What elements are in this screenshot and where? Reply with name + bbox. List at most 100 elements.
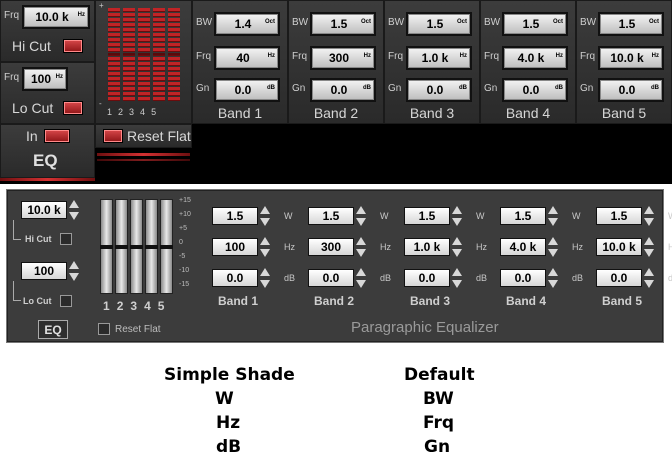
arrow-up-icon[interactable] <box>452 206 462 214</box>
ss-band-3-db-value[interactable]: 0.0 <box>404 269 450 287</box>
band-4-frq-display[interactable]: 4.0 k Hz <box>502 46 568 70</box>
arrow-up-icon[interactable] <box>69 261 79 269</box>
ss-band-1-hz-arrows[interactable] <box>260 237 270 257</box>
ss-band-5-hz-arrows[interactable] <box>644 237 654 257</box>
ss-band-5-w-value[interactable]: 1.5 <box>596 207 642 225</box>
ss-band-4-w-value[interactable]: 1.5 <box>500 207 546 225</box>
ss-band-2-w-spinner[interactable]: 1.5 <box>308 206 366 226</box>
arrow-up-icon[interactable] <box>644 268 654 276</box>
band-4-gn-display[interactable]: 0.0 dB <box>502 78 568 102</box>
ss-band-1-w-spinner[interactable]: 1.5 <box>212 206 270 226</box>
arrow-down-icon[interactable] <box>644 218 654 226</box>
ss-band-1-hz-spinner[interactable]: 100 <box>212 237 270 257</box>
ss-band-1-w-arrows[interactable] <box>260 206 270 226</box>
arrow-down-icon[interactable] <box>644 249 654 257</box>
band-3-gn-display[interactable]: 0.0 dB <box>406 78 472 102</box>
ss-reset-flat-checkbox[interactable] <box>98 323 110 335</box>
arrow-down-icon[interactable] <box>548 218 558 226</box>
band-5-bw-display[interactable]: 1.5 Oct <box>598 12 664 36</box>
ss-band-4-w-arrows[interactable] <box>548 206 558 226</box>
ss-band-2-w-arrows[interactable] <box>356 206 366 226</box>
arrow-up-icon[interactable] <box>356 268 366 276</box>
ss-band-4-db-value[interactable]: 0.0 <box>500 269 546 287</box>
band-5-gain-fader[interactable] <box>168 8 180 102</box>
arrow-up-icon[interactable] <box>260 237 270 245</box>
arrow-up-icon[interactable] <box>644 206 654 214</box>
ss-eq-button[interactable]: EQ <box>38 320 68 339</box>
ss-band-4-db-arrows[interactable] <box>548 268 558 288</box>
arrow-down-icon[interactable] <box>260 218 270 226</box>
arrow-up-icon[interactable] <box>260 268 270 276</box>
ss-band-3-db-spinner[interactable]: 0.0 <box>404 268 462 288</box>
ss-band-4-gain-fader[interactable] <box>145 199 158 294</box>
lo-cut-frequency-display[interactable]: 100 Hz <box>22 67 68 91</box>
band-1-gain-fader[interactable] <box>108 8 120 102</box>
ss-band-4-hz-arrows[interactable] <box>548 237 558 257</box>
ss-band-3-w-spinner[interactable]: 1.5 <box>404 206 462 226</box>
ss-band-4-db-spinner[interactable]: 0.0 <box>500 268 558 288</box>
ss-band-5-w-arrows[interactable] <box>644 206 654 226</box>
arrow-down-icon[interactable] <box>548 249 558 257</box>
ss-band-5-hz-value[interactable]: 10.0 k <box>596 238 642 256</box>
arrow-down-icon[interactable] <box>356 218 366 226</box>
band-3-frq-display[interactable]: 1.0 k Hz <box>406 46 472 70</box>
ss-band-1-hz-value[interactable]: 100 <box>212 238 258 256</box>
ss-lo-cut-value[interactable]: 100 <box>21 262 67 280</box>
ss-fader-knob[interactable] <box>145 245 158 249</box>
arrow-up-icon[interactable] <box>452 237 462 245</box>
ss-hi-cut-value[interactable]: 10.0 k <box>21 201 67 219</box>
hi-cut-frequency-display[interactable]: 10.0 k Hz <box>22 5 90 29</box>
band-4-bw-display[interactable]: 1.5 Oct <box>502 12 568 36</box>
arrow-down-icon[interactable] <box>69 273 79 281</box>
ss-fader-knob[interactable] <box>115 245 128 249</box>
arrow-down-icon[interactable] <box>69 212 79 220</box>
in-toggle[interactable] <box>44 129 70 143</box>
ss-lo-cut-arrows[interactable] <box>69 261 79 281</box>
band-2-frq-display[interactable]: 300 Hz <box>310 46 376 70</box>
arrow-up-icon[interactable] <box>356 237 366 245</box>
band-3-bw-display[interactable]: 1.5 Oct <box>406 12 472 36</box>
ss-band-1-db-spinner[interactable]: 0.0 <box>212 268 270 288</box>
ss-band-2-hz-arrows[interactable] <box>356 237 366 257</box>
ss-lo-cut-spinner[interactable]: 100 <box>21 261 79 281</box>
ss-band-2-db-value[interactable]: 0.0 <box>308 269 354 287</box>
ss-band-3-gain-fader[interactable] <box>130 199 143 294</box>
ss-band-5-gain-fader[interactable] <box>160 199 173 294</box>
band-4-gain-fader[interactable] <box>153 8 165 102</box>
ss-band-2-w-value[interactable]: 1.5 <box>308 207 354 225</box>
arrow-down-icon[interactable] <box>260 249 270 257</box>
ss-band-4-w-spinner[interactable]: 1.5 <box>500 206 558 226</box>
ss-band-2-db-arrows[interactable] <box>356 268 366 288</box>
ss-band-1-db-value[interactable]: 0.0 <box>212 269 258 287</box>
ss-band-2-hz-value[interactable]: 300 <box>308 238 354 256</box>
arrow-down-icon[interactable] <box>260 280 270 288</box>
arrow-up-icon[interactable] <box>452 268 462 276</box>
ss-hi-cut-spinner[interactable]: 10.0 k <box>21 200 79 220</box>
ss-band-3-hz-value[interactable]: 1.0 k <box>404 238 450 256</box>
arrow-down-icon[interactable] <box>548 280 558 288</box>
ss-band-3-w-value[interactable]: 1.5 <box>404 207 450 225</box>
ss-lo-cut-checkbox[interactable] <box>60 295 72 307</box>
arrow-down-icon[interactable] <box>452 280 462 288</box>
arrow-down-icon[interactable] <box>452 218 462 226</box>
band-2-bw-display[interactable]: 1.5 Oct <box>310 12 376 36</box>
band-2-gain-fader[interactable] <box>123 8 135 102</box>
band-1-bw-display[interactable]: 1.4 Oct <box>214 12 280 36</box>
ss-band-1-db-arrows[interactable] <box>260 268 270 288</box>
ss-band-5-w-spinner[interactable]: 1.5 <box>596 206 654 226</box>
band-5-frq-display[interactable]: 10.0 k Hz <box>598 46 664 70</box>
arrow-up-icon[interactable] <box>644 237 654 245</box>
arrow-down-icon[interactable] <box>452 249 462 257</box>
arrow-up-icon[interactable] <box>548 237 558 245</box>
ss-band-5-db-spinner[interactable]: 0.0 <box>596 268 654 288</box>
ss-band-1-w-value[interactable]: 1.5 <box>212 207 258 225</box>
arrow-up-icon[interactable] <box>69 200 79 208</box>
hi-cut-toggle[interactable] <box>63 39 83 53</box>
band-1-frq-display[interactable]: 40 Hz <box>214 46 280 70</box>
reset-flat-button[interactable] <box>103 129 123 143</box>
arrow-up-icon[interactable] <box>260 206 270 214</box>
ss-band-2-db-spinner[interactable]: 0.0 <box>308 268 366 288</box>
band-3-gain-fader[interactable] <box>138 8 150 102</box>
arrow-up-icon[interactable] <box>548 268 558 276</box>
band-5-gn-display[interactable]: 0.0 dB <box>598 78 664 102</box>
